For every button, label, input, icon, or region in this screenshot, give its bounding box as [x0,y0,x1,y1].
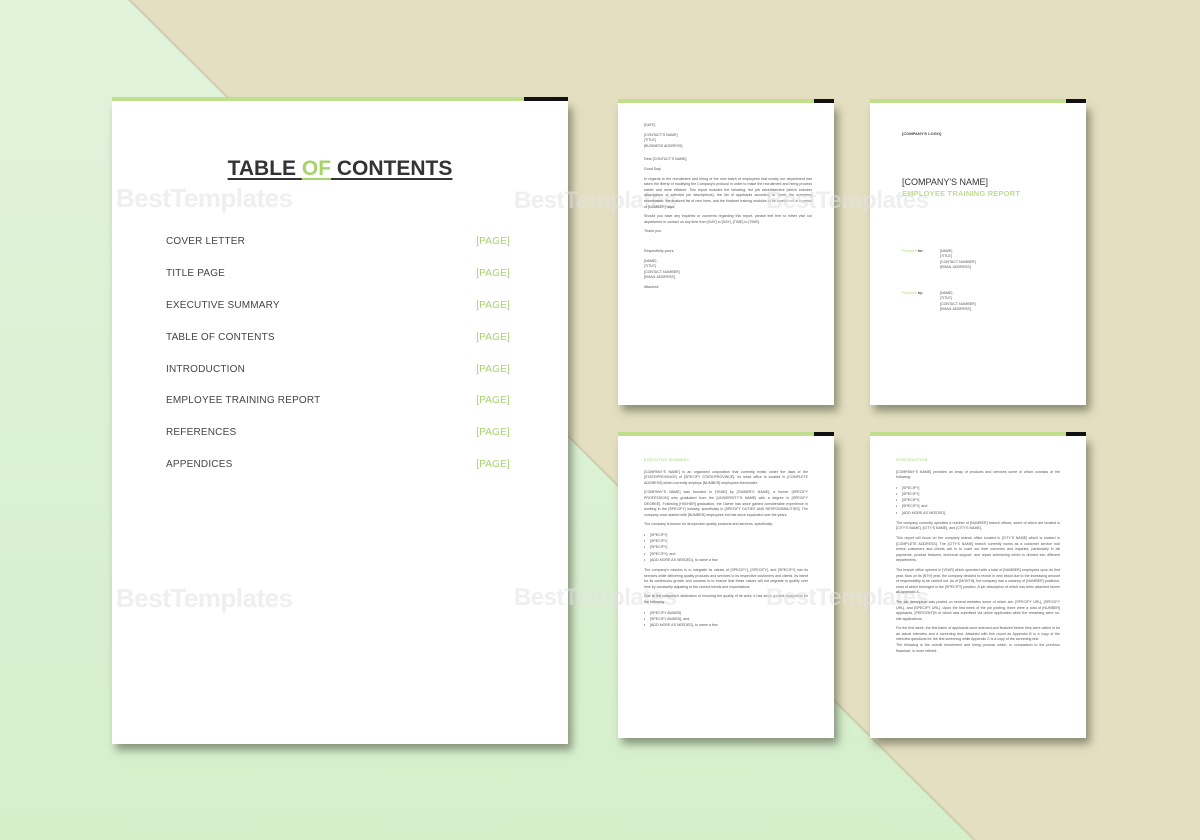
toc-entry-page: [PAGE] [476,236,510,248]
letter-salutation: Dear [CONTACT'S NAME], [644,157,688,162]
letter-attached: Attached: [644,284,660,289]
section-heading: INTRODUCTION [896,458,928,462]
paragraph: The following is the overall recruitment… [896,643,1060,653]
toc-list: COVER LETTER [PAGE] TITLE PAGE [PAGE] EXECUT… [166,226,510,480]
toc-entry-page: [PAGE] [476,363,510,375]
cover-letter-body: [DATE] [CONTACT'S NAME] [TITLE] [BUSINES… [644,123,812,294]
paragraph: The company currently operates a number … [896,520,1060,531]
watermark: BestTemplates [116,183,293,213]
toc-entry-label: EXECUTIVE SUMMARY [166,299,280,311]
toc-title-part1: TABLE [227,157,297,180]
bullet-list: [SPECIFY AWARD] [SPECIFY AWARD]; and [AD… [644,610,808,629]
toc-entry-label: EMPLOYEE TRAINING REPORT [166,395,321,407]
toc-entry: APPENDICES [PAGE] [166,449,510,481]
paragraph: The job description was posted on severa… [896,599,1060,621]
toc-entry: EMPLOYEE TRAINING REPORT [PAGE] [166,385,510,417]
toc-title-part2: OF [301,157,332,180]
company-name: [COMPANY'S NAME] [902,177,989,187]
toc-entry-label: TABLE OF CONTENTS [166,331,275,343]
paragraph: [COMPANY'S NAME] is an organized corpora… [644,469,808,485]
toc-entry: EXECUTIVE SUMMARY [PAGE] [166,290,510,322]
paragraph: For the first week, the first batch of a… [896,626,1060,642]
toc-entry: INTRODUCTION [PAGE] [166,353,510,385]
letter-closing: Respectfully yours, [644,248,675,253]
toc-title: TABLE OF CONTENTS [112,157,568,181]
section-heading: EXECUTIVE SUMMARY [644,458,690,462]
toc-entry: REFERENCES [PAGE] [166,417,510,449]
title-page: BestTemplates [COMPANY'S LOGO] [COMPANY'… [766,99,1086,405]
paragraph: The branch office opened in [YEAR] which… [896,567,1060,595]
toc-entry-page: [PAGE] [476,331,510,343]
page-top-accent-bar [870,432,1086,436]
bullet-list: [SPECIFY] [SPECIFY] [SPECIFY] [SPECIFY];… [644,532,808,563]
introduction-page: BestTemplates INTRODUCTION [COMPANY'S NA… [766,432,1086,738]
toc-entry-label: TITLE PAGE [166,268,226,280]
page-top-black-tab [1066,432,1086,436]
paragraph: Due to the company's dedication of ensur… [644,594,808,604]
letter-greeting: Good Day! [644,166,662,171]
watermark: BestTemplates [116,583,293,613]
toc-entry: TABLE OF CONTENTS [PAGE] [166,321,510,353]
paragraph: [COMPANY'S NAME] provides an array of pr… [896,469,1060,480]
prepared-by-block: Prepared by: [NAME] [TITLE] [CONTACT NUM… [902,291,976,313]
list-item: [ADD MORE AS NEEDED], to name a few. [644,622,808,628]
prepared-for-details: [NAME] [TITLE] [CONTACT NUMBER] [EMAIL A… [940,249,976,270]
letter-paragraph: Should you have any inquiries or concern… [644,214,812,224]
executive-summary-body: EXECUTIVE SUMMARY [COMPANY'S NAME] is an… [644,458,808,633]
toc-entry: TITLE PAGE [PAGE] [166,258,510,290]
toc-entry-page: [PAGE] [476,395,510,407]
page-top-black-tab [814,432,834,436]
prepared-by-label: Prepared by: [902,291,924,295]
page-top-accent-bar [870,99,1086,103]
list-item: [ADD MORE AS NEEDED]. [896,510,1060,516]
toc-entry-label: APPENDICES [166,458,233,470]
letter-paragraph: In regards to the recruitment and hiring… [644,176,812,209]
prepared-by-details: [NAME] [TITLE] [CONTACT NUMBER] [EMAIL A… [940,291,976,312]
introduction-body: INTRODUCTION [COMPANY'S NAME] provides a… [896,458,1060,658]
page-top-accent-bar [618,99,834,103]
toc-entry-page: [PAGE] [476,299,510,311]
report-title: EMPLOYEE TRAINING REPORT [902,189,1021,198]
paragraph: This report will focus on the company br… [896,535,1060,563]
paragraph: The company's mission is to integrate it… [644,567,808,589]
toc-entry-label: COVER LETTER [166,236,246,248]
toc-entry-page: [PAGE] [476,427,510,439]
letter-recipient: [CONTACT'S NAME] [TITLE] [BUSINESS ADDRE… [644,132,683,148]
page-top-black-tab [1066,99,1086,103]
page-top-accent-bar [112,97,568,101]
cover-letter-page: BestTemplates [DATE] [CONTACT'S NAME] [T… [514,99,834,405]
toc-title-part3: CONTENTS [336,157,453,180]
toc-entry-page: [PAGE] [476,458,510,470]
company-logo-placeholder: [COMPANY'S LOGO] [902,131,942,136]
letter-date: [DATE] [644,123,656,127]
page-top-black-tab [814,99,834,103]
executive-summary-page: BestTemplates EXECUTIVE SUMMARY [COMPANY… [514,432,834,738]
paragraph: The company is known for its topnotch qu… [644,522,774,527]
toc-entry: COVER LETTER [PAGE] [166,226,510,258]
letter-sender: [NAME] [TITLE] [CONTACT NUMBER] [EMAIL A… [644,258,680,280]
toc-entry-label: INTRODUCTION [166,363,246,375]
prepared-for-block: Prepared for: [NAME] [TITLE] [CONTACT NU… [902,249,976,271]
toc-entry-page: [PAGE] [476,268,510,280]
bullet-list: [SPECIFY] [SPECIFY] [SPECIFY] [SPECIFY];… [896,485,1060,516]
page-top-black-tab [524,97,568,101]
toc-entry-label: REFERENCES [166,427,237,439]
prepared-for-label: Prepared for: [902,249,924,253]
letter-thanks: Thank you. [644,229,662,234]
table-of-contents-page: BestTemplates BestTemplates TABLE OF CON… [112,97,568,744]
paragraph: [COMPANY'S NAME] was founded in [YEAR] b… [644,490,808,517]
list-item: [ADD MORE AS NEEDED], to name a few. [644,557,808,563]
page-top-accent-bar [618,432,834,436]
